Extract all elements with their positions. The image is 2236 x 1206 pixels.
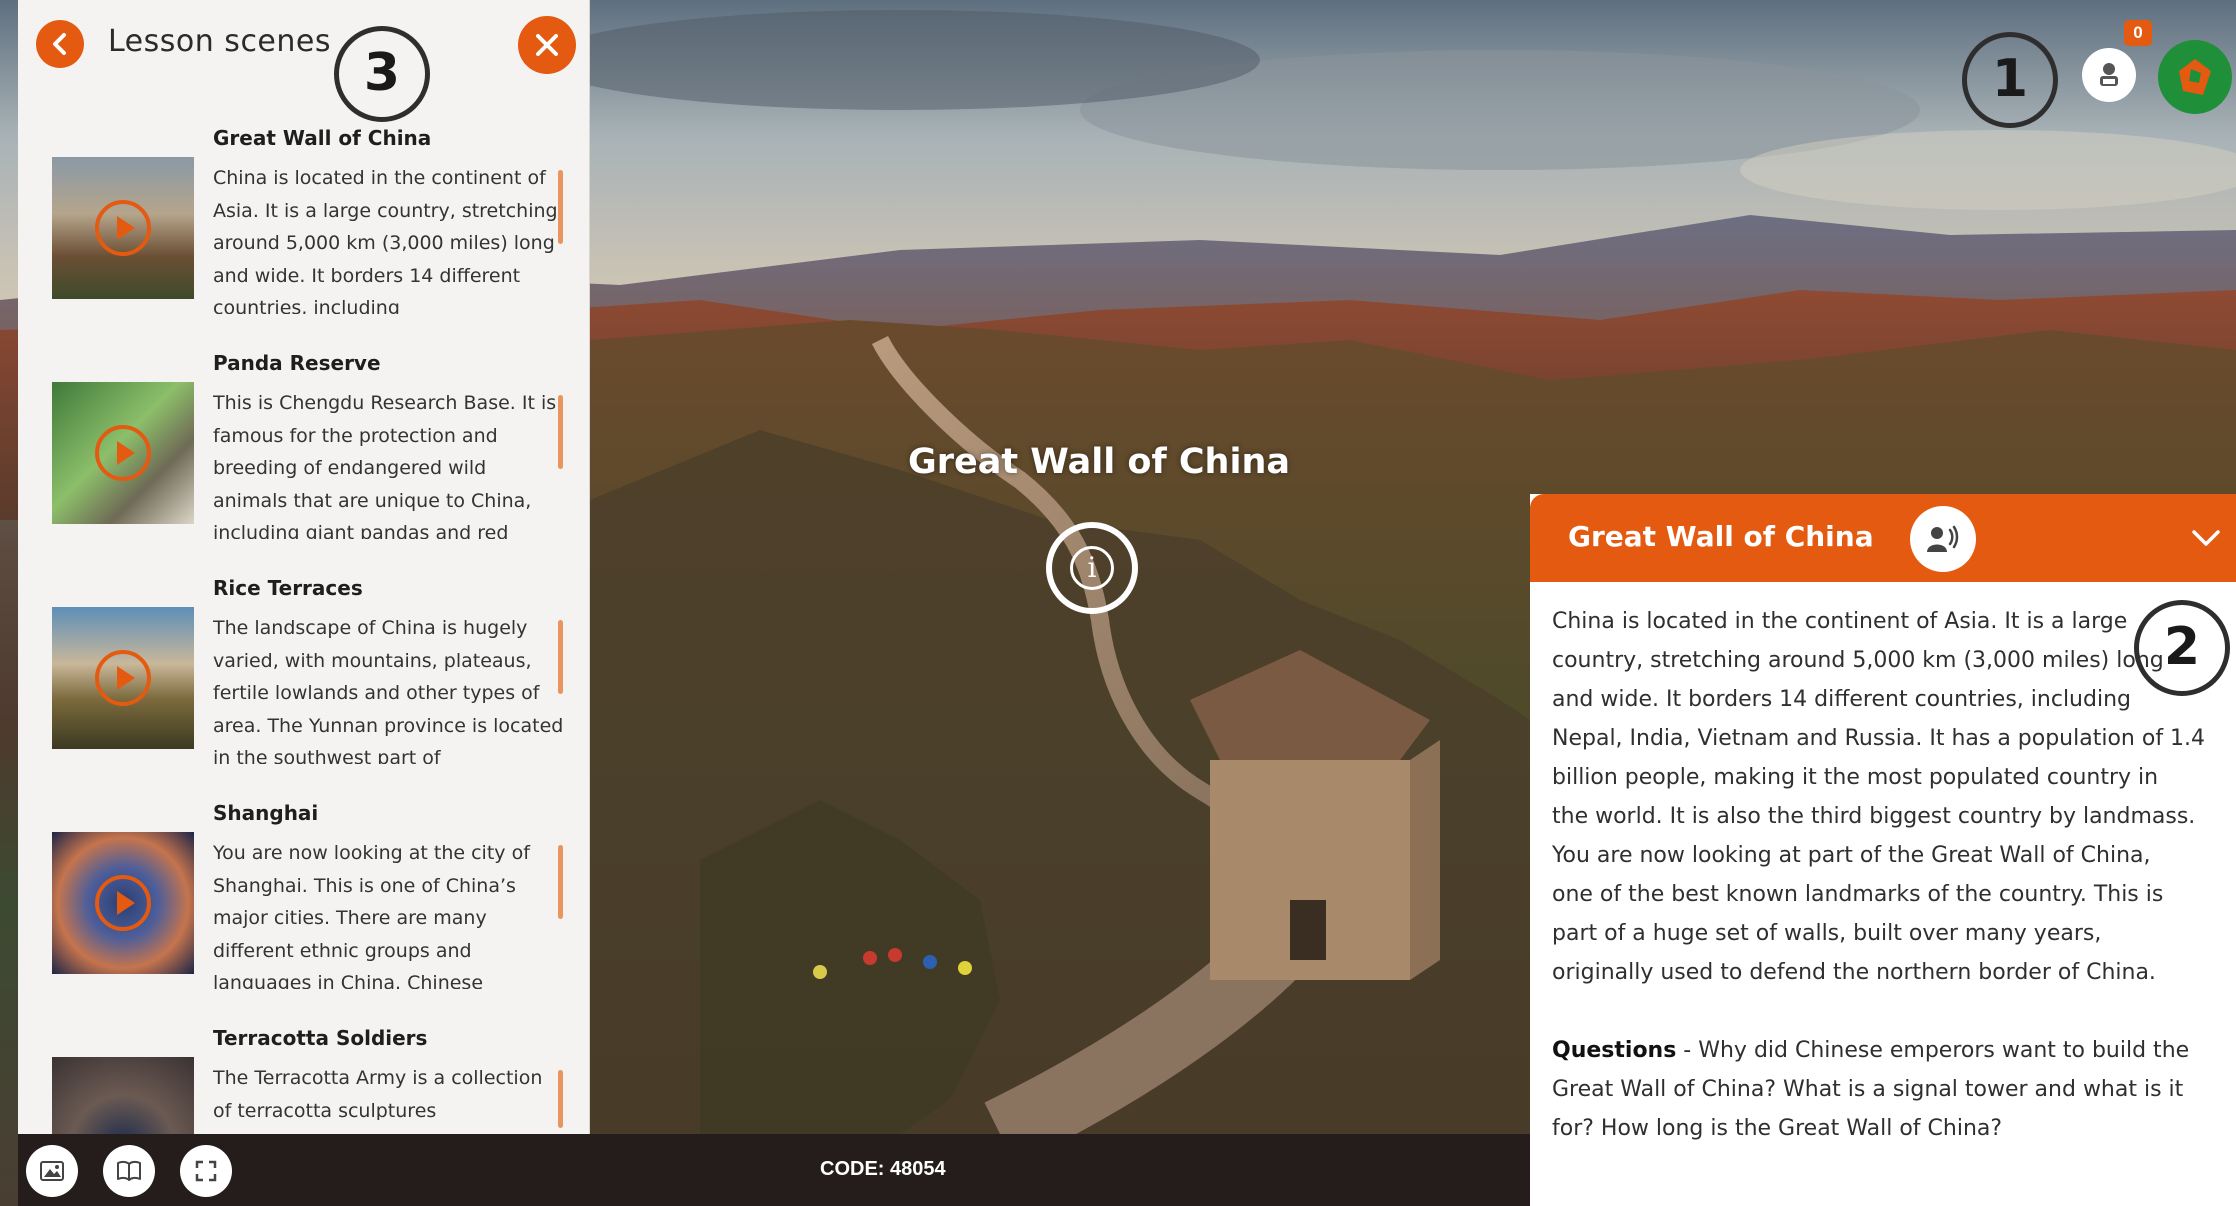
lesson-scenes-panel: Lesson scenes Great Wall of China China … <box>18 0 590 1134</box>
scene-name: Panda Reserve <box>213 351 381 375</box>
scene-item-panda-reserve[interactable]: Panda Reserve This is Chengdu Research B… <box>18 349 589 574</box>
scene-thumbnail[interactable] <box>52 1057 194 1134</box>
description-scrollbar[interactable] <box>558 1070 563 1128</box>
questions-text: - Why did Chinese emperors want to build… <box>1676 1038 2190 1063</box>
description-scrollbar[interactable] <box>558 170 563 244</box>
book-icon <box>117 1160 141 1181</box>
info-card-body: China is located in the continent of Asi… <box>1552 602 2236 1148</box>
play-icon[interactable] <box>95 650 151 706</box>
scene-name: Rice Terraces <box>213 576 363 600</box>
panel-title: Lesson scenes <box>108 24 331 59</box>
play-icon[interactable] <box>95 200 151 256</box>
scene-item-rice-terraces[interactable]: Rice Terraces The landscape of China is … <box>18 574 589 799</box>
callout-marker-3: 3 <box>334 26 430 122</box>
hotspot-info-button[interactable]: i <box>1046 522 1138 614</box>
description-scrollbar[interactable] <box>558 845 563 919</box>
questions-block: Questions - Why did Chinese emperors wan… <box>1552 1031 2236 1148</box>
audio-narration-button[interactable] <box>1910 506 1976 572</box>
image-icon <box>40 1161 64 1181</box>
scene-description: The Terracotta Army is a collection of t… <box>213 1067 543 1120</box>
callout-marker-1: 1 <box>1962 32 2058 128</box>
info-card-header: Great Wall of China <box>1530 494 2236 582</box>
scene-item-shanghai[interactable]: Shanghai You are now looking at the city… <box>18 799 589 1024</box>
scene-name: Shanghai <box>213 801 319 825</box>
scene-info-card: Great Wall of China China is located in … <box>1530 494 2236 1206</box>
callout-marker-2: 2 <box>2134 600 2230 696</box>
description-scrollbar[interactable] <box>558 395 563 469</box>
scene-thumbnail[interactable] <box>52 607 194 749</box>
scene-thumbnail[interactable] <box>52 382 194 524</box>
scene-description: The landscape of China is hugely varied,… <box>213 617 564 764</box>
info-icon: i <box>1070 546 1114 590</box>
description-line: and wide. It borders 14 different countr… <box>1552 687 2131 712</box>
scene-description-text: China is located in the continent of Asi… <box>1552 602 2236 992</box>
notification-badge: 0 <box>2124 20 2152 46</box>
description-line: You are now looking at part of the Great… <box>1552 843 2151 868</box>
questions-label: Questions <box>1552 1038 1677 1063</box>
fullscreen-icon <box>195 1160 217 1182</box>
questions-line: Great Wall of China? What is a signal to… <box>1552 1077 2184 1102</box>
scene-item-terracotta-soldiers[interactable]: Terracotta Soldiers The Terracotta Army … <box>18 1024 589 1134</box>
chevron-down-icon <box>2192 530 2220 546</box>
description-line: part of a huge set of walls, built over … <box>1552 921 2102 946</box>
play-icon[interactable] <box>95 875 151 931</box>
description-scrollbar[interactable] <box>558 620 563 694</box>
student-button[interactable] <box>2082 48 2136 102</box>
scene-thumbnail[interactable] <box>52 832 194 974</box>
bottom-toolbar: CODE: 48054 <box>18 1134 1530 1206</box>
back-button[interactable] <box>36 20 84 68</box>
panel-header: Lesson scenes <box>18 0 589 96</box>
fullscreen-button[interactable] <box>180 1145 232 1197</box>
close-panel-button[interactable] <box>518 16 576 74</box>
scene-name: Terracotta Soldiers <box>213 1026 428 1050</box>
book-button[interactable] <box>103 1145 155 1197</box>
description-line: one of the best known landmarks of the c… <box>1552 882 2164 907</box>
hotspot-label[interactable]: Great Wall of China <box>908 442 1290 482</box>
scene-name: Great Wall of China <box>213 126 432 150</box>
description-line: China is located in the continent of Asi… <box>1552 609 2128 634</box>
description-line: originally used to defend the northern b… <box>1552 960 2156 985</box>
scene-thumbnail[interactable] <box>52 157 194 299</box>
questions-line: for? How long is the Great Wall of China… <box>1552 1116 2003 1141</box>
questions-line: Questions - Why did Chinese emperors wan… <box>1552 1031 2236 1070</box>
info-card-title: Great Wall of China <box>1568 520 1874 553</box>
play-icon[interactable] <box>95 425 151 481</box>
student-icon <box>2100 63 2118 86</box>
scene-list[interactable]: Great Wall of China China is located in … <box>18 124 589 1134</box>
collapse-card-button[interactable] <box>2186 520 2226 556</box>
session-code: CODE: 48054 <box>820 1158 946 1180</box>
gallery-button[interactable] <box>26 1145 78 1197</box>
scene-item-great-wall[interactable]: Great Wall of China China is located in … <box>18 124 589 349</box>
description-line: Nepal, India, Vietnam and Russia. It has… <box>1552 726 2206 751</box>
description-line: the world. It is also the third biggest … <box>1552 804 2196 829</box>
scene-description: You are now looking at the city of Shang… <box>213 842 530 989</box>
description-line: billion people, making it the most popul… <box>1552 765 2159 790</box>
chevron-left-icon <box>53 33 66 55</box>
brand-logo-icon <box>2179 59 2211 95</box>
brand-logo-button[interactable] <box>2158 40 2232 114</box>
scene-description: China is located in the continent of Asi… <box>213 167 558 314</box>
scene-description: This is Chengdu Research Base. It is fam… <box>213 392 557 539</box>
close-icon <box>536 34 558 56</box>
speaker-icon <box>1927 525 1959 552</box>
